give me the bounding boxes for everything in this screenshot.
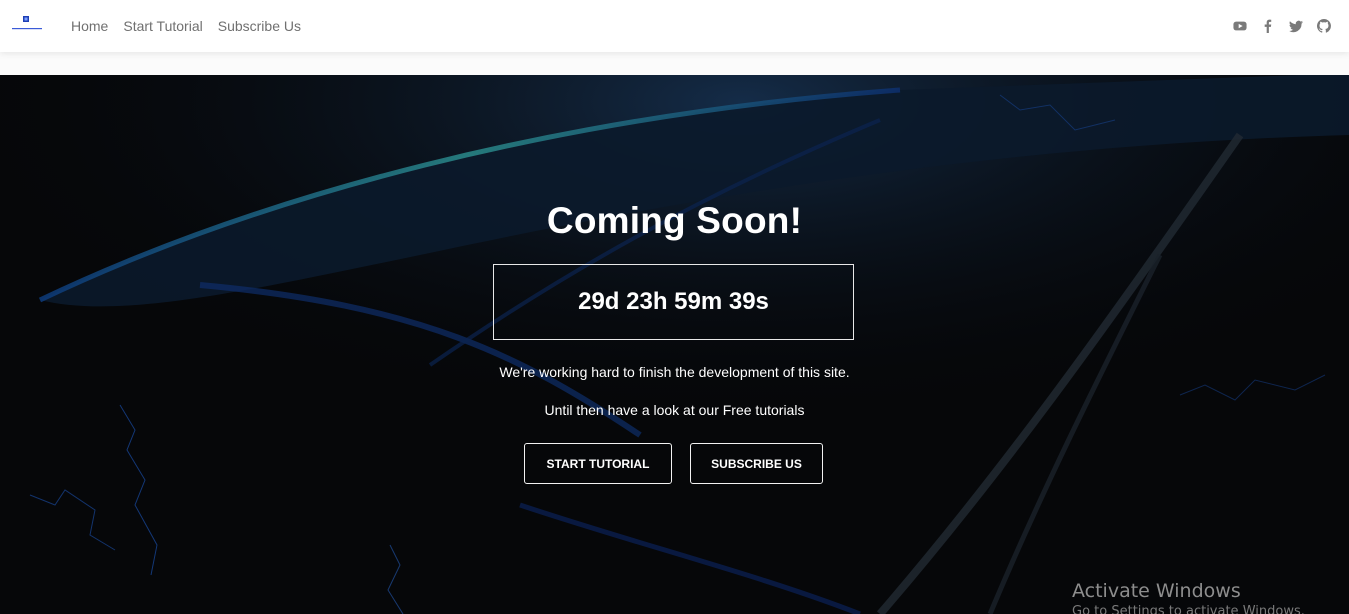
nav-home-link[interactable]: Home <box>71 18 108 34</box>
watermark-subtitle: Go to Settings to activate Windows. <box>1072 604 1305 614</box>
top-navbar: Home Start Tutorial Subscribe Us <box>0 0 1349 52</box>
nav-subscribe-link[interactable]: Subscribe Us <box>218 18 301 34</box>
youtube-icon[interactable] <box>1233 19 1247 33</box>
countdown-timer: 29d 23h 59m 39s <box>493 264 854 340</box>
brand-logo[interactable] <box>10 14 44 36</box>
activate-windows-watermark: Activate Windows Go to Settings to activ… <box>1072 580 1305 614</box>
social-links <box>1233 0 1331 52</box>
page-title: Coming Soon! <box>546 200 803 241</box>
watermark-title: Activate Windows <box>1072 580 1241 602</box>
message-line-1: We're working hard to finish the develop… <box>499 364 850 380</box>
hero-section: Coming Soon! 29d 23h 59m 39s We're worki… <box>0 75 1349 614</box>
github-icon[interactable] <box>1317 19 1331 33</box>
message-line-2: Until then have a look at our Free tutor… <box>544 402 805 418</box>
navbar-spacer <box>0 52 1349 75</box>
nav-links: Home Start Tutorial Subscribe Us <box>71 0 301 52</box>
hero-content: Coming Soon! 29d 23h 59m 39s We're worki… <box>0 75 1349 614</box>
start-tutorial-button[interactable]: Start Tutorial <box>524 443 672 484</box>
twitter-icon[interactable] <box>1289 19 1303 33</box>
subscribe-button[interactable]: Subscribe Us <box>690 443 823 484</box>
nav-start-tutorial-link[interactable]: Start Tutorial <box>123 18 202 34</box>
facebook-icon[interactable] <box>1261 19 1275 33</box>
